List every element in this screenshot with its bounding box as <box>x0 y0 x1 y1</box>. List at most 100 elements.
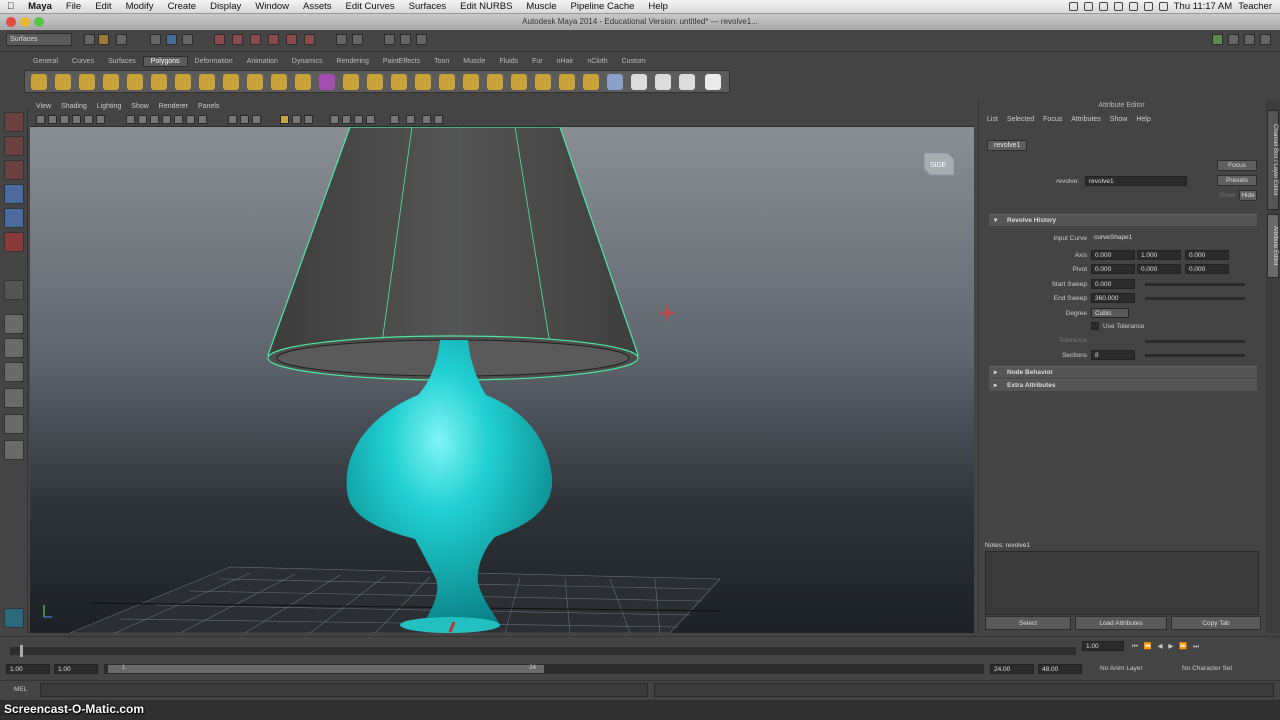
view-cube[interactable]: SIDE <box>920 147 956 177</box>
ssao-icon[interactable] <box>252 115 261 124</box>
persp-outliner-layout-icon[interactable] <box>4 362 24 382</box>
single-pane-layout-icon[interactable] <box>4 314 24 334</box>
camera-select-icon[interactable] <box>36 115 45 124</box>
tab-nhair[interactable]: nHair <box>550 57 581 66</box>
poly-extract-icon[interactable] <box>367 74 383 90</box>
vp-menu-shading[interactable]: Shading <box>61 103 87 110</box>
hud-icon[interactable] <box>330 115 339 124</box>
poly-cone-icon[interactable] <box>103 74 119 90</box>
poly-separate-icon[interactable] <box>343 74 359 90</box>
shadows-icon[interactable] <box>186 115 195 124</box>
axis-z-field[interactable]: 0.000 <box>1185 250 1229 260</box>
select-tool-icon[interactable] <box>4 112 24 132</box>
poly-cylinder-icon[interactable] <box>79 74 95 90</box>
menu-modify[interactable]: Modify <box>119 1 161 12</box>
bluetooth-icon[interactable] <box>1098 2 1108 11</box>
tab-custom[interactable]: Custom <box>615 57 653 66</box>
move-tool-icon[interactable] <box>4 184 24 204</box>
pivot-x-field[interactable]: 0.000 <box>1091 264 1135 274</box>
pivot-z-field[interactable]: 0.000 <box>1185 264 1229 274</box>
poly-booleans-icon[interactable] <box>391 74 407 90</box>
notes-field[interactable] <box>985 551 1259 615</box>
apple-icon[interactable]:  <box>0 1 21 12</box>
tab-muscle[interactable]: Muscle <box>456 57 492 66</box>
perspective-viewport[interactable]: SIDE <box>30 127 974 633</box>
scale-tool-icon[interactable] <box>4 232 24 252</box>
start-sweep-slider[interactable] <box>1145 283 1245 286</box>
menu-edit-curves[interactable]: Edit Curves <box>339 1 402 12</box>
dof-icon[interactable] <box>304 115 313 124</box>
input-curve-field[interactable]: curveShape1 <box>1091 233 1241 243</box>
open-scene-icon[interactable] <box>98 34 109 45</box>
wireframe-on-shaded-icon[interactable] <box>150 115 159 124</box>
section-extra-attributes[interactable]: ▸ Extra Attributes <box>989 379 1257 391</box>
persp-graph-layout-icon[interactable] <box>4 388 24 408</box>
time-slider[interactable]: 1.00 ⏮ ⏪ ◀ ▶ ⏩ ⏭ <box>0 636 1280 658</box>
bookmark-icon[interactable] <box>60 115 69 124</box>
new-scene-icon[interactable] <box>84 34 95 45</box>
four-pane-layout-icon[interactable] <box>4 338 24 358</box>
node-name-field[interactable]: revolve1 <box>1085 176 1187 186</box>
poly-delete-edge-icon[interactable] <box>655 74 671 90</box>
toggle-attribute-editor-icon[interactable] <box>1244 34 1255 45</box>
poly-uv-icon[interactable] <box>679 74 695 90</box>
poly-plane-icon[interactable] <box>127 74 143 90</box>
color-mgmt-icon[interactable] <box>434 115 443 124</box>
tab-channel-box[interactable]: Channel Box / Layer Editor <box>1267 110 1279 210</box>
ipr-render-icon[interactable] <box>400 34 411 45</box>
ae-menu-show[interactable]: Show <box>1110 116 1128 123</box>
resolution-gate-icon[interactable] <box>342 115 351 124</box>
poly-fill-hole-icon[interactable] <box>487 74 503 90</box>
degree-dropdown[interactable]: Cubic <box>1091 308 1129 318</box>
time-ruler[interactable] <box>6 639 1086 659</box>
sections-slider[interactable] <box>1145 354 1245 357</box>
tab-general[interactable]: General <box>26 57 65 66</box>
vp-menu-renderer[interactable]: Renderer <box>159 103 188 110</box>
menu-surfaces[interactable]: Surfaces <box>402 1 454 12</box>
current-frame-field[interactable]: 1.00 <box>1082 641 1124 651</box>
gate-mask-icon[interactable] <box>354 115 363 124</box>
poly-append-icon[interactable] <box>511 74 527 90</box>
close-window-icon[interactable] <box>6 17 16 27</box>
wifi-icon[interactable] <box>1113 2 1123 11</box>
menu-edit-nurbs[interactable]: Edit NURBS <box>453 1 519 12</box>
end-sweep-slider[interactable] <box>1145 297 1245 300</box>
section-revolve-history[interactable]: ▾ Revolve History <box>989 214 1257 226</box>
minimize-window-icon[interactable] <box>20 17 30 27</box>
menu-app-name[interactable]: Maya <box>21 1 59 12</box>
snap-view-plane-icon[interactable] <box>268 34 279 45</box>
tab-animation[interactable]: Animation <box>240 57 285 66</box>
menu-create[interactable]: Create <box>161 1 204 12</box>
ae-menu-attributes[interactable]: Attributes <box>1071 116 1101 123</box>
gamma-icon[interactable] <box>422 115 431 124</box>
battery-icon[interactable] <box>1143 2 1153 11</box>
outliner-layout-icon[interactable] <box>4 440 24 460</box>
poly-soccer-ball-icon[interactable] <box>271 74 287 90</box>
range-handle[interactable]: 1 24 <box>108 665 544 673</box>
snap-point-icon[interactable] <box>250 34 261 45</box>
poly-pyramid-icon[interactable] <box>199 74 215 90</box>
safe-title-icon[interactable] <box>406 115 415 124</box>
view-cube-icon[interactable]: SIDE <box>920 147 956 177</box>
hide-button[interactable]: Hide <box>1239 190 1257 201</box>
playback-controls[interactable]: ⏮ ⏪ ◀ ▶ ⏩ ⏭ <box>1132 642 1201 651</box>
axis-y-field[interactable]: 1.000 <box>1137 250 1181 260</box>
poly-combine-icon[interactable] <box>319 74 335 90</box>
toggle-tool-settings-icon[interactable] <box>1228 34 1239 45</box>
menu-display[interactable]: Display <box>203 1 248 12</box>
select-object-icon[interactable] <box>166 34 177 45</box>
poly-mirror-icon[interactable] <box>463 74 479 90</box>
poly-bridge-icon[interactable] <box>583 74 599 90</box>
make-live-icon[interactable] <box>286 34 297 45</box>
tab-dynamics[interactable]: Dynamics <box>285 57 330 66</box>
lights-icon[interactable] <box>174 115 183 124</box>
poly-split-icon[interactable] <box>535 74 551 90</box>
menu-window[interactable]: Window <box>248 1 296 12</box>
hypershade-layout-icon[interactable] <box>4 414 24 434</box>
poly-reduce-icon[interactable] <box>439 74 455 90</box>
end-sweep-field[interactable]: 360.000 <box>1091 293 1135 303</box>
tab-attribute-editor[interactable]: Attribute Editor <box>1267 214 1279 278</box>
save-scene-icon[interactable] <box>116 34 127 45</box>
section-node-behavior[interactable]: ▸ Node Behavior <box>989 366 1257 378</box>
user-name[interactable]: Teacher <box>1238 1 1272 12</box>
